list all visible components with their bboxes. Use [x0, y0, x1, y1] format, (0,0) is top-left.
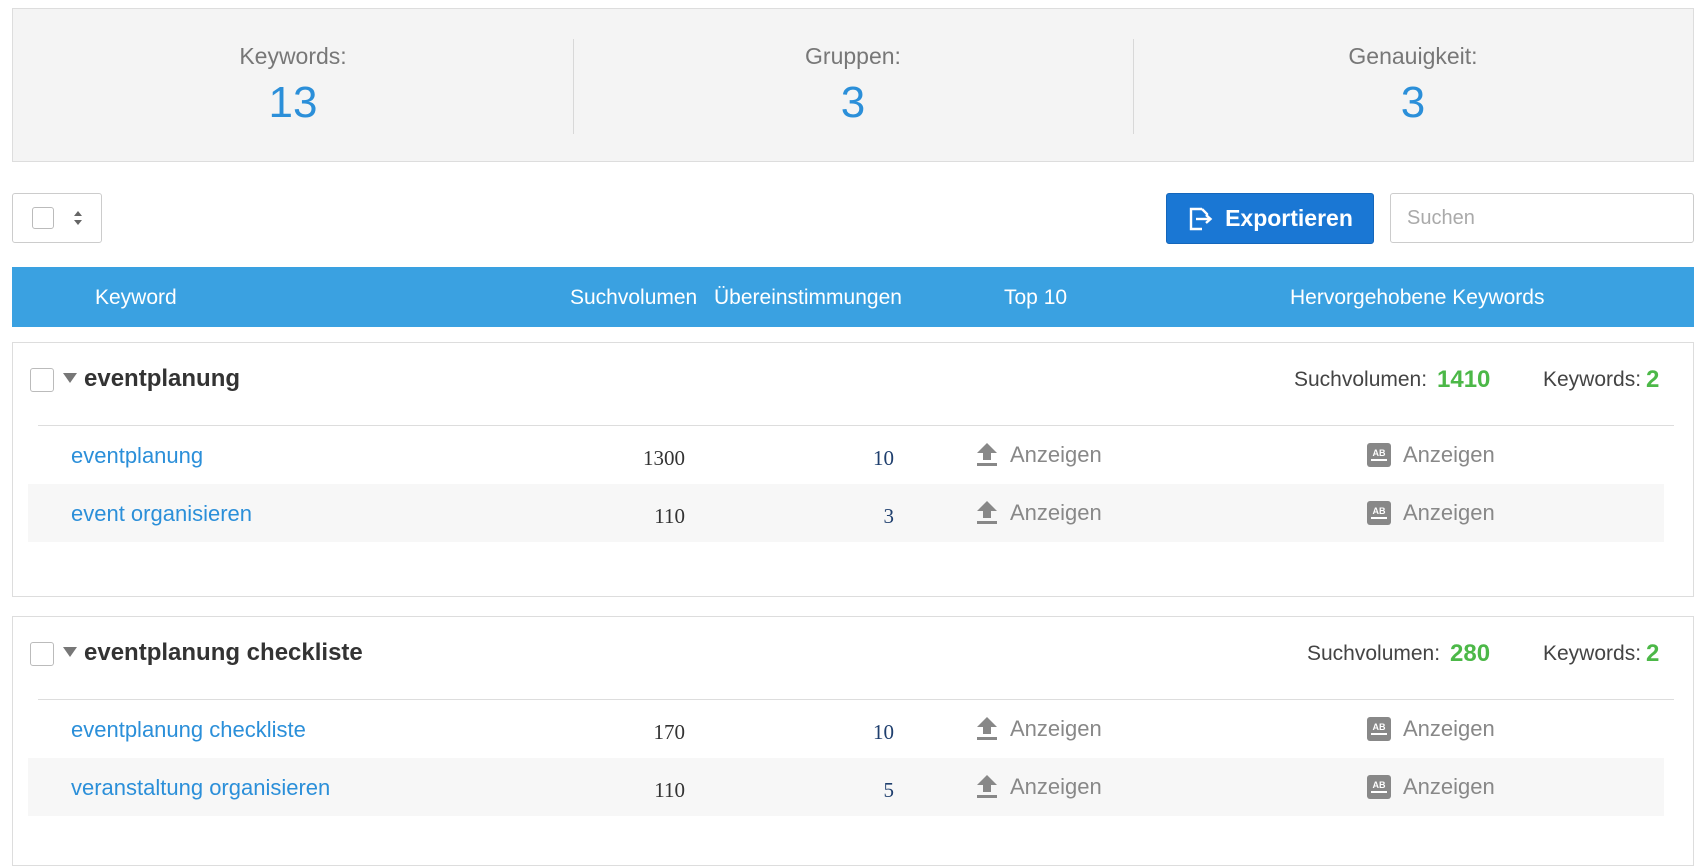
column-header-matches[interactable]: Übereinstimmungen — [714, 286, 902, 310]
collapse-arrow-icon[interactable] — [63, 373, 77, 383]
upload-arrow-icon — [977, 775, 997, 798]
upload-arrow-icon — [977, 501, 997, 524]
ab-text-icon: AB — [1367, 717, 1391, 741]
column-header-highlighted: Hervorgehobene Keywords — [1290, 286, 1545, 309]
export-label: Exportieren — [1225, 205, 1353, 231]
svg-text:AB: AB — [1373, 780, 1386, 790]
column-header-keyword[interactable]: Keyword — [95, 286, 177, 310]
top10-show-button[interactable]: Anzeigen — [976, 774, 1102, 800]
highlighted-show-button[interactable]: AB Anzeigen — [1367, 442, 1495, 468]
group-volume-label: Suchvolumen: — [1307, 642, 1441, 665]
keyword-group: eventplanung checkliste Suchvolumen: 280… — [12, 616, 1694, 866]
show-label: Anzeigen — [1403, 500, 1495, 525]
show-label: Anzeigen — [1403, 716, 1495, 741]
group-volume-label: Suchvolumen: — [1294, 368, 1428, 391]
export-button[interactable]: Exportieren — [1166, 193, 1374, 244]
stat-value: 13 — [268, 78, 318, 127]
table-row: event organisieren 110 3 Anzeigen AB Anz… — [28, 484, 1664, 542]
ab-text-icon: AB — [1367, 501, 1391, 525]
top10-show-button[interactable]: Anzeigen — [976, 500, 1102, 526]
group-title: eventplanung — [84, 365, 241, 392]
column-header-volume[interactable]: Suchvolumen — [570, 286, 697, 310]
stat-value: 3 — [1400, 78, 1426, 127]
table-header: Keyword Suchvolumen Übereinstimmungen To… — [12, 267, 1694, 327]
toolbar: Exportieren — [12, 193, 1694, 244]
svg-text:AB: AB — [1373, 448, 1386, 458]
group-volume-value: 280 — [1450, 640, 1491, 667]
top10-show-button[interactable]: Anzeigen — [976, 442, 1102, 468]
highlighted-show-button[interactable]: AB Anzeigen — [1367, 774, 1495, 800]
bulk-select-dropdown[interactable] — [12, 193, 102, 243]
top10-show-button[interactable]: Anzeigen — [976, 716, 1102, 742]
upload-arrow-icon — [977, 443, 997, 466]
highlighted-show-button[interactable]: AB Anzeigen — [1367, 716, 1495, 742]
keyword-link[interactable]: event organisieren — [71, 501, 252, 527]
ab-text-icon: AB — [1367, 443, 1391, 467]
group-checkbox[interactable] — [30, 368, 54, 392]
upload-arrow-icon — [977, 717, 997, 740]
keyword-link[interactable]: eventplanung — [71, 443, 203, 469]
matches-cell: 3 — [883, 504, 895, 528]
keyword-group: eventplanung Suchvolumen: 1410 Keywords:… — [12, 342, 1694, 597]
svg-text:AB: AB — [1373, 722, 1386, 732]
table-row: veranstaltung organisieren 110 5 Anzeige… — [28, 758, 1664, 816]
ab-text-icon: AB — [1367, 775, 1391, 799]
volume-cell: 1300 — [643, 446, 685, 470]
matches-cell: 5 — [883, 778, 895, 802]
group-keywords-label: Keywords: — [1543, 368, 1642, 391]
group-volume-value: 1410 — [1437, 366, 1491, 393]
matches-cell: 10 — [873, 446, 894, 470]
group-checkbox[interactable] — [30, 642, 54, 666]
table-row: eventplanung checkliste 170 10 Anzeigen … — [28, 700, 1664, 758]
show-label: Anzeigen — [1403, 442, 1495, 467]
show-label: Anzeigen — [1403, 774, 1495, 799]
sort-icon[interactable] — [73, 206, 83, 230]
keyword-link[interactable]: eventplanung checkliste — [71, 717, 306, 743]
keyword-link[interactable]: veranstaltung organisieren — [71, 775, 330, 801]
group-keywords-value: 2 — [1646, 366, 1660, 393]
svg-text:AB: AB — [1373, 506, 1386, 516]
select-all-checkbox[interactable] — [32, 207, 54, 229]
stat-groups: Gruppen: 3 — [573, 9, 1133, 161]
stat-value: 3 — [840, 78, 866, 127]
group-keywords-value: 2 — [1646, 640, 1660, 667]
search-input[interactable] — [1390, 193, 1694, 243]
column-header-top10: Top 10 — [1004, 286, 1068, 309]
export-icon — [1189, 207, 1213, 230]
show-label: Anzeigen — [1010, 716, 1102, 741]
show-label: Anzeigen — [1010, 442, 1102, 467]
show-label: Anzeigen — [1010, 500, 1102, 525]
stat-accuracy: Genauigkeit: 3 — [1133, 9, 1693, 161]
show-label: Anzeigen — [1010, 774, 1102, 799]
highlighted-show-button[interactable]: AB Anzeigen — [1367, 500, 1495, 526]
table-row: eventplanung 1300 10 Anzeigen AB Anzeige… — [28, 426, 1664, 484]
volume-cell: 110 — [654, 778, 685, 802]
group-title: eventplanung checkliste — [84, 639, 363, 666]
stat-label: Genauigkeit: — [1348, 43, 1478, 69]
volume-cell: 110 — [654, 504, 685, 528]
stat-keywords: Keywords: 13 — [13, 9, 573, 161]
stat-label: Keywords: — [239, 43, 347, 69]
stat-label: Gruppen: — [805, 43, 901, 69]
matches-cell: 10 — [873, 720, 894, 744]
stats-panel: Keywords: 13 Gruppen: 3 Genauigkeit: 3 — [12, 8, 1694, 162]
group-keywords-label: Keywords: — [1543, 642, 1642, 665]
collapse-arrow-icon[interactable] — [63, 647, 77, 657]
volume-cell: 170 — [653, 720, 686, 744]
